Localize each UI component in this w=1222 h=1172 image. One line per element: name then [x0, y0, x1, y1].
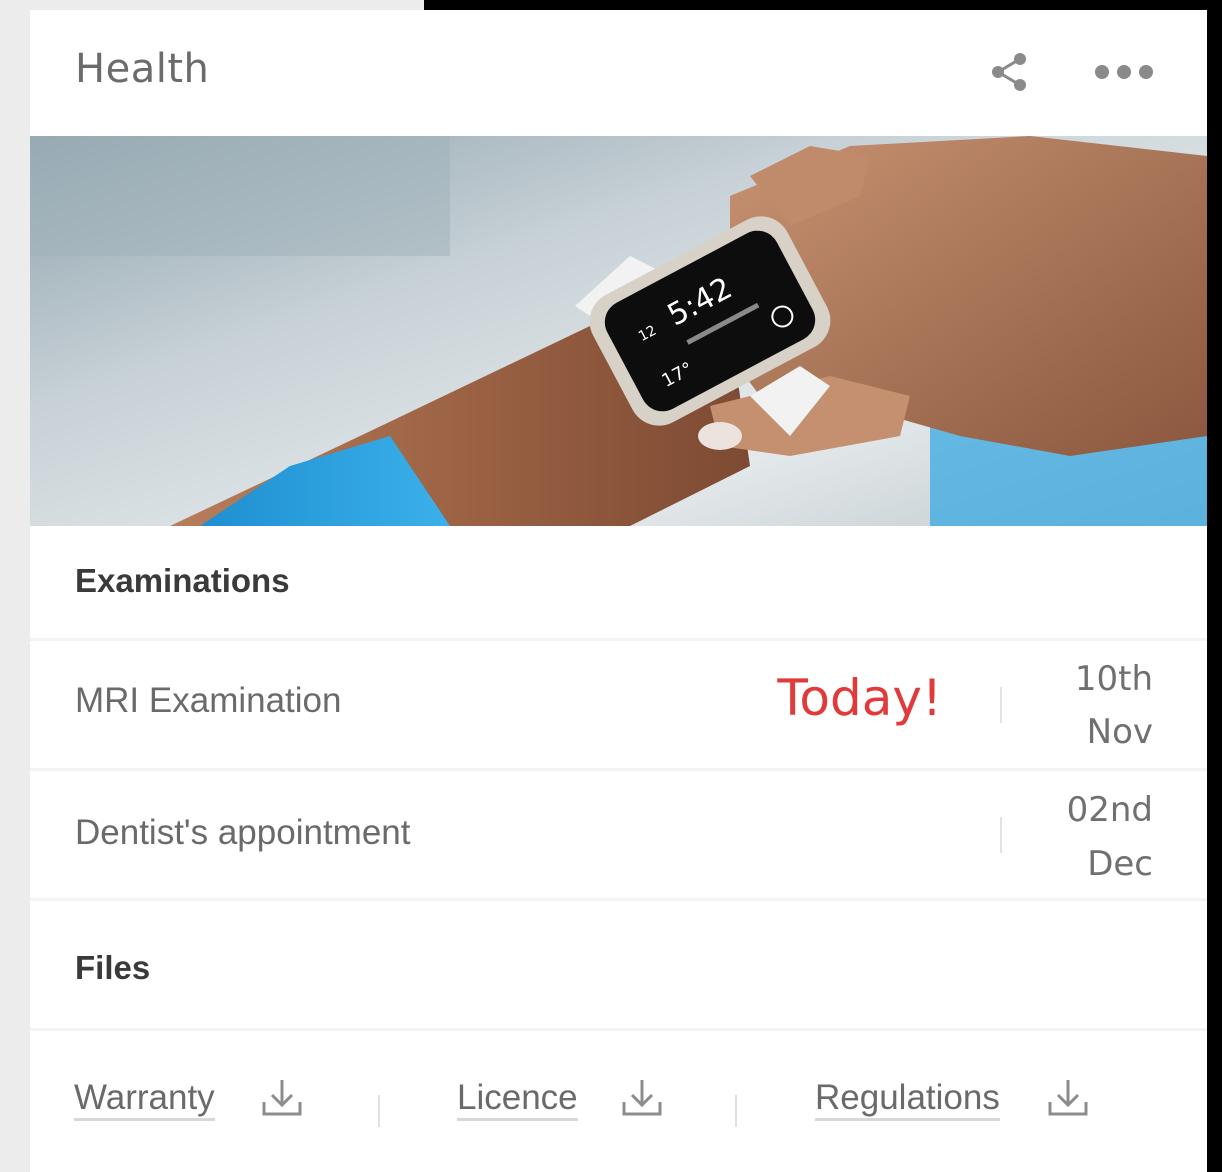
row-divider [1000, 687, 1002, 723]
card-title: Health [75, 46, 210, 92]
share-icon[interactable] [988, 50, 1032, 94]
exam-label: MRI Examination [75, 681, 342, 720]
light-background-edge [0, 0, 30, 1172]
today-badge: Today! [777, 669, 942, 727]
more-horizontal-icon[interactable] [1092, 60, 1156, 84]
download-icon[interactable] [258, 1074, 306, 1122]
exam-date-month: Nov [1086, 712, 1153, 752]
exam-row-mri[interactable]: MRI Examination Today! 10th Nov [30, 638, 1207, 768]
exam-date-day: 10th [1074, 659, 1153, 699]
file-separator [735, 1095, 737, 1127]
files-section: Files [30, 898, 1207, 1028]
file-separator [378, 1095, 380, 1127]
card-header: Health [30, 10, 1207, 136]
row-divider [1000, 817, 1002, 853]
exam-label: Dentist's appointment [75, 813, 411, 852]
exam-row-dentist[interactable]: Dentist's appointment 02nd Dec [30, 768, 1207, 898]
file-link-warranty[interactable]: Warranty [74, 1078, 215, 1121]
exam-date-month: Dec [1087, 844, 1153, 884]
file-link-regulations[interactable]: Regulations [815, 1078, 1000, 1121]
files-heading: Files [75, 949, 151, 986]
download-icon[interactable] [1044, 1074, 1092, 1122]
hero-image: 5:42 12 17° [30, 136, 1207, 526]
exam-date-day: 02nd [1066, 790, 1153, 830]
file-link-licence[interactable]: Licence [457, 1078, 578, 1121]
examinations-heading: Examinations [75, 562, 290, 599]
download-icon[interactable] [618, 1074, 666, 1122]
health-card: Health 5:42 12 17° Examinations MRI Exam… [30, 10, 1207, 1172]
